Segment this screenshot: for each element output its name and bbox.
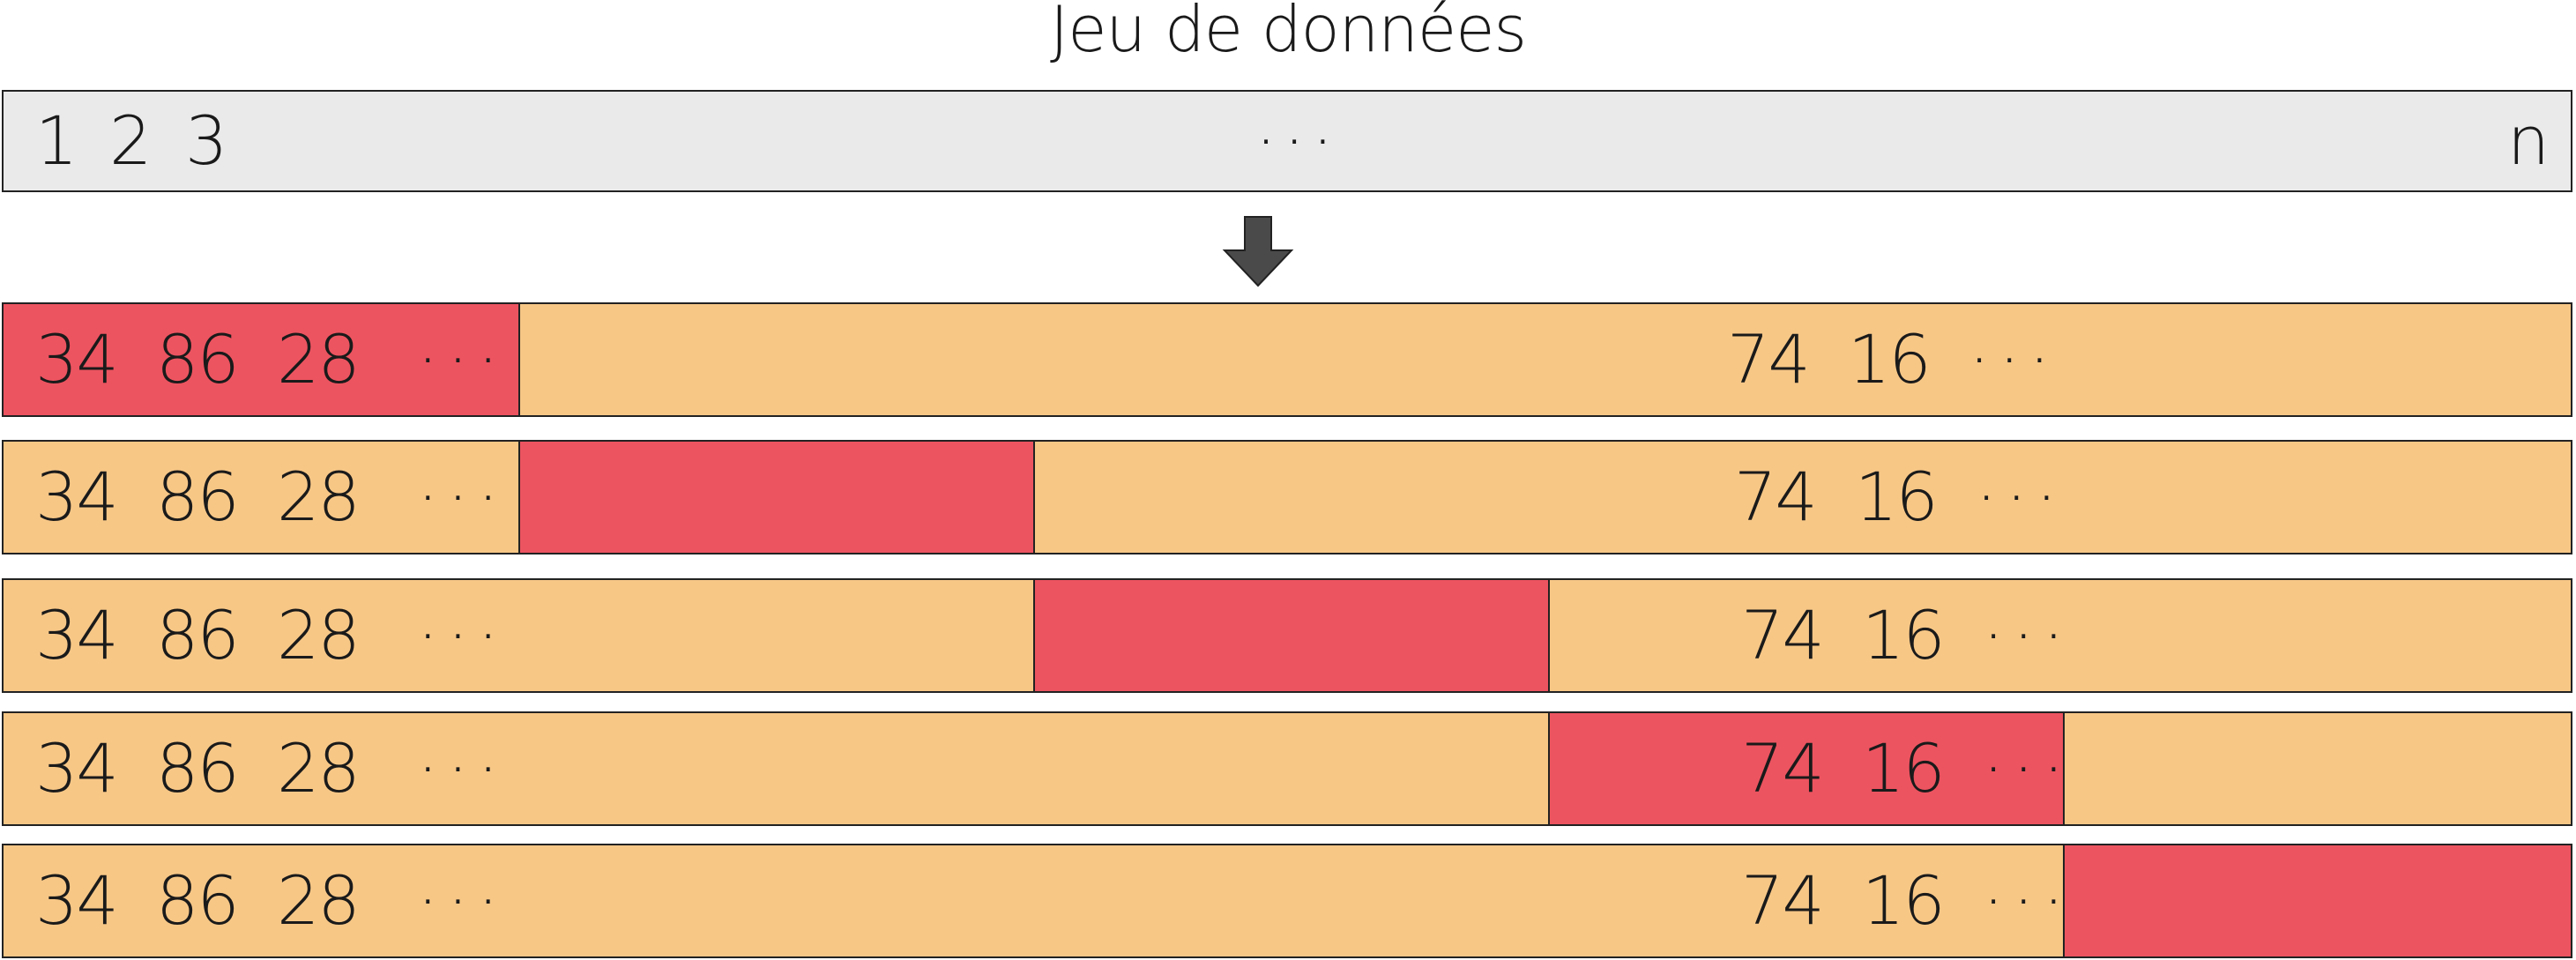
- dataset-index-first: 1: [35, 101, 78, 180]
- fold-left-values: 34 86 28 ···: [35, 861, 508, 940]
- dataset-index-last: n: [2507, 101, 2550, 180]
- fold-left-values: 34 86 28 ···: [35, 320, 508, 398]
- fold-row-4: 34 86 28 ··· 74 16 ···: [2, 711, 2572, 826]
- fold-right-values: 74 16 ···: [1734, 458, 2066, 536]
- fold-segment-test: [518, 442, 1033, 553]
- down-arrow-icon: [1222, 216, 1294, 287]
- fold-left-values: 34 86 28 ···: [35, 729, 508, 807]
- fold-segment-train: [518, 304, 2571, 415]
- fold-left-values: 34 86 28 ···: [35, 458, 508, 536]
- dataset-index-third: 3: [185, 101, 228, 180]
- fold-segment-test: [1033, 580, 1548, 691]
- fold-right-values: 74 16 ···: [1727, 320, 2059, 398]
- dataset-bar: 1 2 3 ··· n: [2, 90, 2572, 192]
- dataset-ellipsis: ···: [1255, 101, 1341, 180]
- fold-right-values: 74 16 ···: [1741, 861, 2073, 940]
- fold-segment-train: [2063, 713, 2571, 824]
- fold-row-1: 34 86 28 ··· 74 16 ···: [2, 302, 2572, 417]
- dataset-index-second: 2: [109, 101, 153, 180]
- fold-right-values: 74 16 ···: [1741, 729, 2073, 807]
- fold-segment-test: [2063, 845, 2571, 956]
- fold-right-values: 74 16 ···: [1741, 596, 2073, 674]
- fold-row-5: 34 86 28 ··· 74 16 ···: [2, 844, 2572, 958]
- fold-left-values: 34 86 28 ···: [35, 596, 508, 674]
- diagram-title: Jeu de données: [1049, 0, 1527, 66]
- fold-row-3: 34 86 28 ··· 74 16 ···: [2, 578, 2572, 693]
- fold-row-2: 34 86 28 ··· 74 16 ···: [2, 440, 2572, 554]
